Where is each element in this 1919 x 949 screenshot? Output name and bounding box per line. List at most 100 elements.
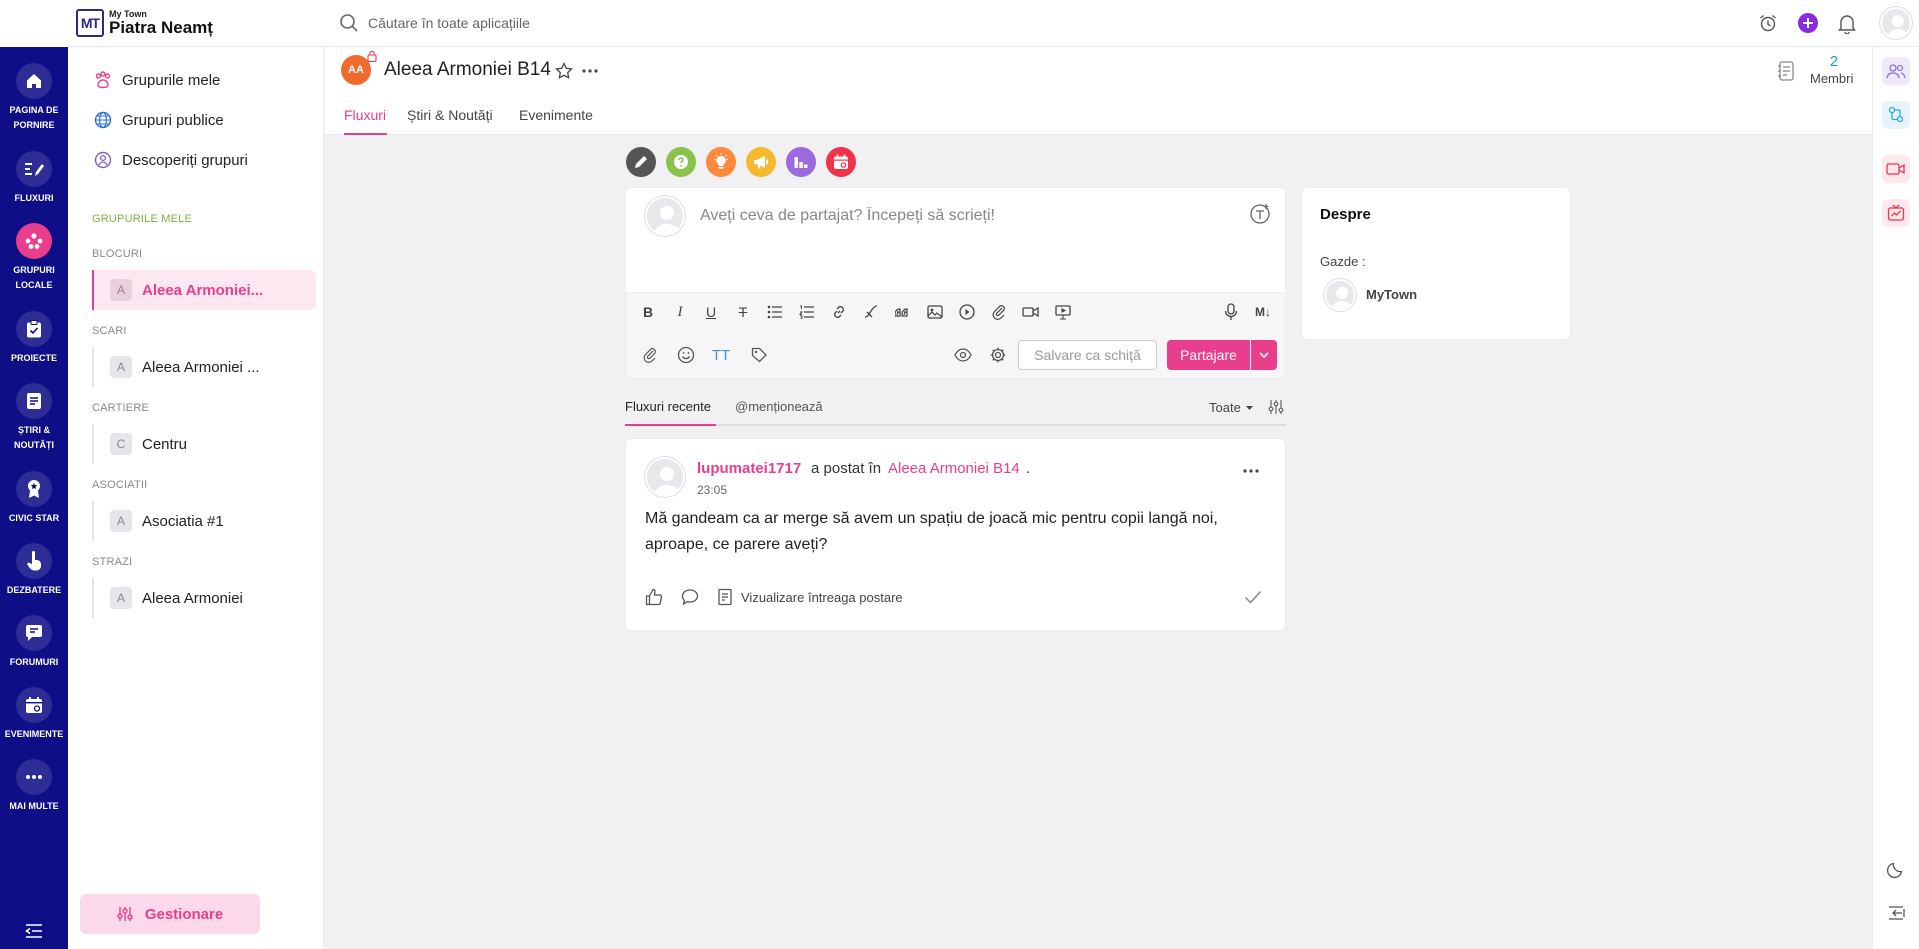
view-full-post-button[interactable]: [717, 588, 733, 606]
nav-news[interactable]: ȘTIRI & NOUTĂȚI: [0, 383, 68, 453]
post-author-avatar[interactable]: [645, 457, 685, 497]
user-avatar[interactable]: [1880, 7, 1912, 39]
expand-panel-button[interactable]: [1882, 899, 1910, 927]
alarm-clock-icon[interactable]: [1758, 13, 1778, 33]
link-public-groups[interactable]: Grupuri publice: [94, 111, 224, 129]
lock-icon: [367, 50, 377, 62]
post-author-link[interactable]: lupumatei1717: [697, 460, 801, 477]
post-group-link[interactable]: Aleea Armoniei B14: [888, 460, 1020, 477]
star-icon[interactable]: [555, 62, 573, 80]
members-list-icon[interactable]: [1777, 61, 1795, 81]
check-icon[interactable]: [1244, 590, 1262, 604]
emoji-icon[interactable]: [675, 344, 697, 366]
rail-video-button[interactable]: [1882, 155, 1910, 183]
composer-avatar: [645, 196, 685, 236]
group-item[interactable]: A Aleea Armoniei: [92, 578, 316, 618]
presentation-icon[interactable]: [1052, 301, 1074, 323]
group-label: Aleea Armoniei: [142, 589, 243, 607]
nav-forums[interactable]: FORUMURI: [0, 615, 68, 670]
dark-mode-button[interactable]: [1882, 855, 1910, 883]
tab-mentions[interactable]: @menționează: [735, 399, 823, 414]
group-item-active[interactable]: A Aleea Armoniei...: [92, 270, 316, 310]
comment-button[interactable]: [681, 588, 699, 606]
lightbulb-icon: [713, 153, 729, 171]
group-more-icon[interactable]: [582, 69, 598, 73]
composer-input[interactable]: [700, 204, 1220, 228]
nav-feeds[interactable]: FLUXURI: [0, 151, 68, 206]
rail-live-button[interactable]: [1882, 199, 1910, 227]
view-full-post-label[interactable]: Vizualizare întreaga postare: [741, 590, 903, 605]
strikethrough-icon[interactable]: T: [732, 301, 754, 323]
manage-button[interactable]: Gestionare: [80, 894, 260, 934]
tab-news[interactable]: Știri & Noutăți: [407, 107, 493, 123]
tag-icon[interactable]: [748, 344, 770, 366]
link-my-groups[interactable]: Grupurile mele: [94, 71, 220, 89]
microphone-icon[interactable]: [1220, 301, 1242, 323]
nav-events[interactable]: EVENIMENTE: [0, 687, 68, 742]
share-options-button[interactable]: [1251, 340, 1277, 370]
save-draft-button[interactable]: Salvare ca schiță: [1018, 340, 1157, 370]
group-item[interactable]: A Asociatia #1: [92, 501, 316, 541]
post-type-announcement[interactable]: [746, 147, 776, 177]
collapse-menu-icon[interactable]: [25, 924, 43, 938]
group-avatar: A: [110, 356, 132, 378]
group-label: Centru: [142, 435, 188, 453]
like-button[interactable]: [645, 588, 663, 606]
text-size-icon[interactable]: TT: [710, 344, 732, 366]
nav-civic-star[interactable]: CIVIC STAR: [0, 471, 68, 526]
bullet-list-icon[interactable]: [764, 301, 786, 323]
tab-events[interactable]: Evenimente: [519, 107, 593, 123]
numbered-list-icon[interactable]: [796, 301, 818, 323]
filter-settings-icon[interactable]: [1268, 399, 1284, 415]
feed-filter-dropdown[interactable]: Toate: [1209, 400, 1253, 415]
post-type-question[interactable]: [666, 147, 696, 177]
post-more-icon[interactable]: [1243, 469, 1259, 473]
nav-projects[interactable]: PROIECTE: [0, 311, 68, 366]
link-discover-groups[interactable]: Descoperiți grupuri: [94, 151, 248, 169]
nav-local-groups[interactable]: GRUPURI LOCALE: [0, 223, 68, 293]
italic-icon[interactable]: I: [669, 301, 691, 323]
markdown-icon[interactable]: M↓: [1252, 301, 1274, 323]
group-item[interactable]: C Centru: [92, 424, 316, 464]
attach-link-icon[interactable]: [988, 301, 1010, 323]
nav-label: ȘTIRI & NOUTĂȚI: [14, 425, 54, 450]
rail-network-button[interactable]: [1882, 101, 1910, 129]
app-logo[interactable]: MT: [76, 9, 104, 37]
megaphone-icon: [752, 154, 770, 170]
post-type-event[interactable]: [826, 147, 856, 177]
tab-recent-feeds[interactable]: Fluxuri recente: [625, 399, 711, 414]
embed-icon[interactable]: [1020, 301, 1042, 323]
tab-feeds[interactable]: Fluxuri: [344, 107, 386, 123]
nav-debate[interactable]: DEZBATERE: [0, 543, 68, 598]
paperclip-icon[interactable]: [639, 344, 661, 366]
post-type-idea[interactable]: [706, 147, 736, 177]
preview-eye-icon[interactable]: [952, 344, 974, 366]
post-type-poll[interactable]: [786, 147, 816, 177]
feed-tabs-divider: [625, 424, 1286, 426]
settings-gear-icon[interactable]: [987, 344, 1009, 366]
bold-icon[interactable]: B: [637, 301, 659, 323]
link-icon[interactable]: [828, 301, 850, 323]
bell-icon[interactable]: [1837, 12, 1857, 34]
quote-icon[interactable]: [892, 301, 914, 323]
search-icon[interactable]: [339, 13, 359, 33]
underline-icon[interactable]: U: [700, 301, 722, 323]
clear-format-icon[interactable]: [860, 301, 882, 323]
members-count[interactable]: 2: [1826, 53, 1842, 70]
host-avatar[interactable]: [1324, 279, 1356, 311]
rail-members-button[interactable]: [1882, 57, 1910, 85]
share-button[interactable]: Partajare: [1167, 340, 1250, 370]
post-type-pencil[interactable]: [626, 147, 656, 177]
search-input[interactable]: [368, 11, 968, 35]
feed-icon: [16, 151, 52, 187]
host-name[interactable]: MyTown: [1366, 287, 1417, 302]
nav-home[interactable]: PAGINA DE PORNIRE: [0, 63, 68, 133]
nav-more[interactable]: MAI MULTE: [0, 759, 68, 814]
plus-circle-icon[interactable]: [1797, 12, 1819, 34]
add-text-icon[interactable]: [1249, 203, 1271, 225]
hand-icon: [16, 543, 52, 579]
moon-icon: [1887, 860, 1905, 878]
video-icon[interactable]: [956, 301, 978, 323]
image-icon[interactable]: [924, 301, 946, 323]
group-item[interactable]: A Aleea Armoniei ...: [92, 347, 316, 387]
